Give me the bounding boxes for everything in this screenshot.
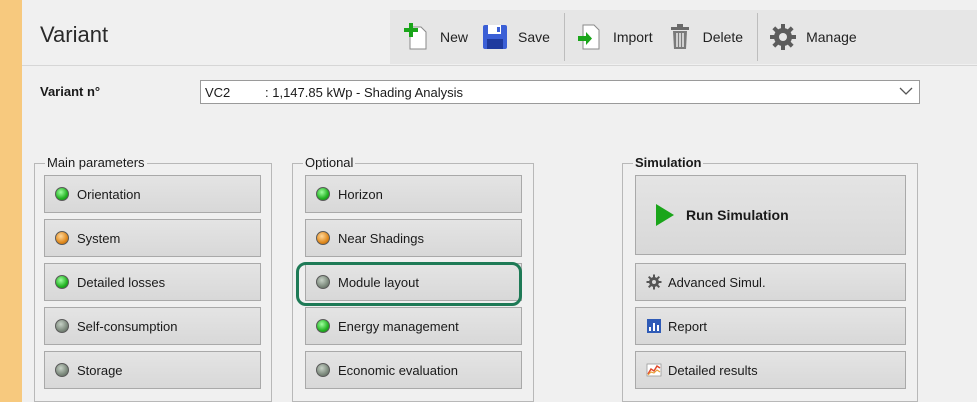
variant-panel: Variant New Save Import Delete Manage Va… xyxy=(22,0,977,402)
storage-label: Storage xyxy=(77,362,123,378)
manage-button[interactable]: Manage xyxy=(764,17,865,57)
import-label: Import xyxy=(612,29,653,45)
left-accent-stripe xyxy=(0,0,22,402)
status-led-icon xyxy=(316,187,330,201)
manage-label: Manage xyxy=(806,29,857,45)
main-parameters-title: Main parameters xyxy=(45,155,147,170)
delete-label: Delete xyxy=(702,29,744,45)
save-label: Save xyxy=(518,29,550,45)
status-led-icon xyxy=(316,363,330,377)
status-led-icon xyxy=(55,231,69,245)
energy-management-button[interactable]: Energy management xyxy=(305,307,522,345)
near-shadings-label: Near Shadings xyxy=(338,230,424,246)
status-led-icon xyxy=(55,319,69,333)
status-led-icon xyxy=(316,319,330,333)
new-icon xyxy=(402,22,432,52)
variant-number-label: Variant n° xyxy=(40,84,101,99)
horizon-button[interactable]: Horizon xyxy=(305,175,522,213)
orientation-label: Orientation xyxy=(77,186,141,202)
detailed-losses-button[interactable]: Detailed losses xyxy=(44,263,261,301)
horizon-label: Horizon xyxy=(338,186,383,202)
main-parameters-group: Main parameters Orientation System Detai… xyxy=(34,155,272,402)
self-consumption-button[interactable]: Self-consumption xyxy=(44,307,261,345)
chevron-down-icon xyxy=(899,84,913,98)
report-chart-icon xyxy=(646,318,662,334)
status-led-icon xyxy=(316,231,330,245)
simulation-title: Simulation xyxy=(633,155,704,170)
report-label: Report xyxy=(668,318,708,334)
status-led-icon xyxy=(55,187,69,201)
economic-evaluation-label: Economic evaluation xyxy=(338,362,458,378)
status-led-icon xyxy=(55,275,69,289)
delete-button[interactable]: Delete xyxy=(661,17,751,57)
optional-group: Optional Horizon Near Shadings Module la… xyxy=(292,155,534,402)
variant-code: VC2 xyxy=(205,84,231,100)
near-shadings-button[interactable]: Near Shadings xyxy=(305,219,522,257)
gear-icon xyxy=(768,22,798,52)
toolbar-separator xyxy=(563,13,565,61)
floppy-disk-icon xyxy=(480,22,510,52)
report-button[interactable]: Report xyxy=(635,307,906,345)
new-label: New xyxy=(440,29,469,45)
status-led-icon xyxy=(316,275,330,289)
advanced-simulation-label: Advanced Simul. xyxy=(668,274,766,290)
run-simulation-label: Run Simulation xyxy=(686,207,789,223)
toolbar-separator xyxy=(757,13,759,61)
economic-evaluation-button[interactable]: Economic evaluation xyxy=(305,351,522,389)
line-chart-icon xyxy=(646,362,662,378)
save-button[interactable]: Save xyxy=(476,17,558,57)
storage-button[interactable]: Storage xyxy=(44,351,261,389)
variant-description: : 1,147.85 kWp - Shading Analysis xyxy=(265,84,464,100)
system-label: System xyxy=(77,230,121,246)
import-button[interactable]: Import xyxy=(571,17,661,57)
advanced-simulation-button[interactable]: Advanced Simul. xyxy=(635,263,906,301)
gear-icon xyxy=(646,274,662,290)
detailed-results-button[interactable]: Detailed results xyxy=(635,351,906,389)
detailed-losses-label: Detailed losses xyxy=(77,274,166,290)
orientation-button[interactable]: Orientation xyxy=(44,175,261,213)
toolbar: New Save Import Delete Manage xyxy=(390,10,977,64)
self-consumption-label: Self-consumption xyxy=(77,318,178,334)
status-led-icon xyxy=(55,363,69,377)
module-layout-label: Module layout xyxy=(338,274,419,290)
simulation-group: Simulation Run Simulation Advanced Simul… xyxy=(622,155,918,402)
optional-title: Optional xyxy=(303,155,356,170)
energy-management-label: Energy management xyxy=(338,318,459,334)
module-layout-button[interactable]: Module layout xyxy=(305,263,522,301)
page-title: Variant xyxy=(40,22,109,47)
import-icon xyxy=(575,22,605,52)
detailed-results-label: Detailed results xyxy=(668,362,758,378)
system-button[interactable]: System xyxy=(44,219,261,257)
variant-select[interactable]: VC2 : 1,147.85 kWp - Shading Analysis xyxy=(200,80,920,104)
run-simulation-button[interactable]: Run Simulation xyxy=(635,175,906,255)
trash-icon xyxy=(665,22,695,52)
play-icon xyxy=(656,204,674,226)
header: Variant New Save Import Delete Manage xyxy=(22,0,977,66)
new-button[interactable]: New xyxy=(398,17,476,57)
